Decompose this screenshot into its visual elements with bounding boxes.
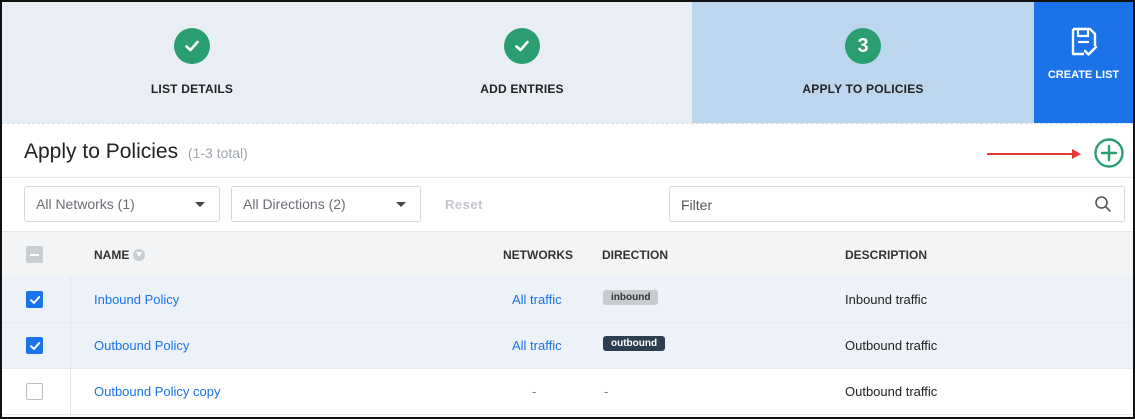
step-add-entries[interactable]: ADD ENTRIES (432, 2, 612, 123)
step-number: 3 (857, 34, 869, 57)
policy-description: Outbound traffic (845, 384, 938, 399)
policy-name-link[interactable]: Outbound Policy copy (94, 384, 220, 399)
chevron-down-icon (396, 202, 406, 207)
sort-icon[interactable] (133, 249, 146, 261)
column-header-name-label: NAME (94, 248, 130, 262)
step-list-details[interactable]: LIST DETAILS (102, 2, 282, 123)
table-row[interactable]: Inbound Policy All traffic inbound Inbou… (2, 277, 1133, 323)
column-header-description: DESCRIPTION (845, 248, 928, 262)
step-complete-badge (174, 28, 210, 64)
checkmark-icon (29, 341, 40, 350)
page-title: Apply to Policies (1-3 total) (24, 140, 248, 164)
policy-networks: - (532, 384, 537, 399)
policy-name-link[interactable]: Inbound Policy (94, 292, 179, 307)
directions-dropdown-value: All Directions (2) (243, 196, 346, 212)
policy-description: Inbound traffic (845, 292, 928, 307)
reset-button[interactable]: Reset (445, 197, 483, 212)
table-row[interactable]: Outbound Policy copy - - Outbound traffi… (2, 369, 1133, 415)
page-header: Apply to Policies (1-3 total) (2, 123, 1133, 178)
app-frame: LIST DETAILS ADD ENTRIES 3 APPLY TO POLI… (0, 0, 1135, 419)
result-count: (1-3 total) (187, 145, 248, 161)
policy-name-link[interactable]: Outbound Policy (94, 338, 189, 353)
select-all-checkbox[interactable] (26, 246, 43, 263)
policy-direction: - (604, 384, 609, 399)
create-list-button[interactable]: CREATE LIST (1034, 2, 1133, 123)
checkmark-icon (29, 295, 40, 304)
annotation-arrow (987, 149, 1081, 159)
step-label: ADD ENTRIES (480, 82, 564, 96)
policy-description: Outbound traffic (845, 338, 938, 353)
row-checkbox[interactable] (26, 337, 43, 354)
column-header-networks: NETWORKS (503, 248, 573, 262)
networks-dropdown-value: All Networks (1) (36, 196, 135, 212)
plus-circle-icon[interactable] (1093, 137, 1125, 169)
step-apply-to-policies[interactable]: 3 APPLY TO POLICIES (692, 2, 1034, 123)
step-number-badge: 3 (845, 28, 881, 64)
create-list-label: CREATE LIST (1047, 69, 1120, 81)
wizard-steps: LIST DETAILS ADD ENTRIES 3 APPLY TO POLI… (2, 2, 1133, 123)
search-icon[interactable] (1094, 195, 1112, 213)
filter-bar: All Networks (1) All Directions (2) Rese… (2, 177, 1133, 232)
column-header-direction: DIRECTION (602, 248, 668, 262)
directions-dropdown[interactable]: All Directions (2) (231, 186, 421, 222)
table-row[interactable]: Outbound Policy All traffic outbound Out… (2, 323, 1133, 369)
column-header-name[interactable]: NAME (94, 248, 146, 262)
checkmark-icon (185, 40, 199, 52)
direction-badge: outbound (603, 336, 666, 351)
row-checkbox[interactable] (26, 383, 43, 400)
save-list-icon (1071, 27, 1097, 56)
step-label: LIST DETAILS (150, 82, 234, 96)
checkmark-icon (515, 40, 529, 52)
policy-networks-link[interactable]: All traffic (512, 292, 562, 307)
networks-dropdown[interactable]: All Networks (1) (24, 186, 220, 222)
chevron-down-icon (195, 202, 205, 207)
column-divider (70, 276, 71, 417)
direction-badge: inbound (603, 290, 659, 305)
page-title-text: Apply to Policies (24, 140, 179, 163)
table-header: NAME NETWORKS DIRECTION DESCRIPTION (2, 231, 1133, 278)
step-label: APPLY TO POLICIES (802, 82, 924, 96)
filter-search-box (669, 186, 1125, 223)
row-checkbox[interactable] (26, 291, 43, 308)
filter-input[interactable] (670, 187, 1083, 223)
policy-networks-link[interactable]: All traffic (512, 338, 562, 353)
step-complete-badge (504, 28, 540, 64)
